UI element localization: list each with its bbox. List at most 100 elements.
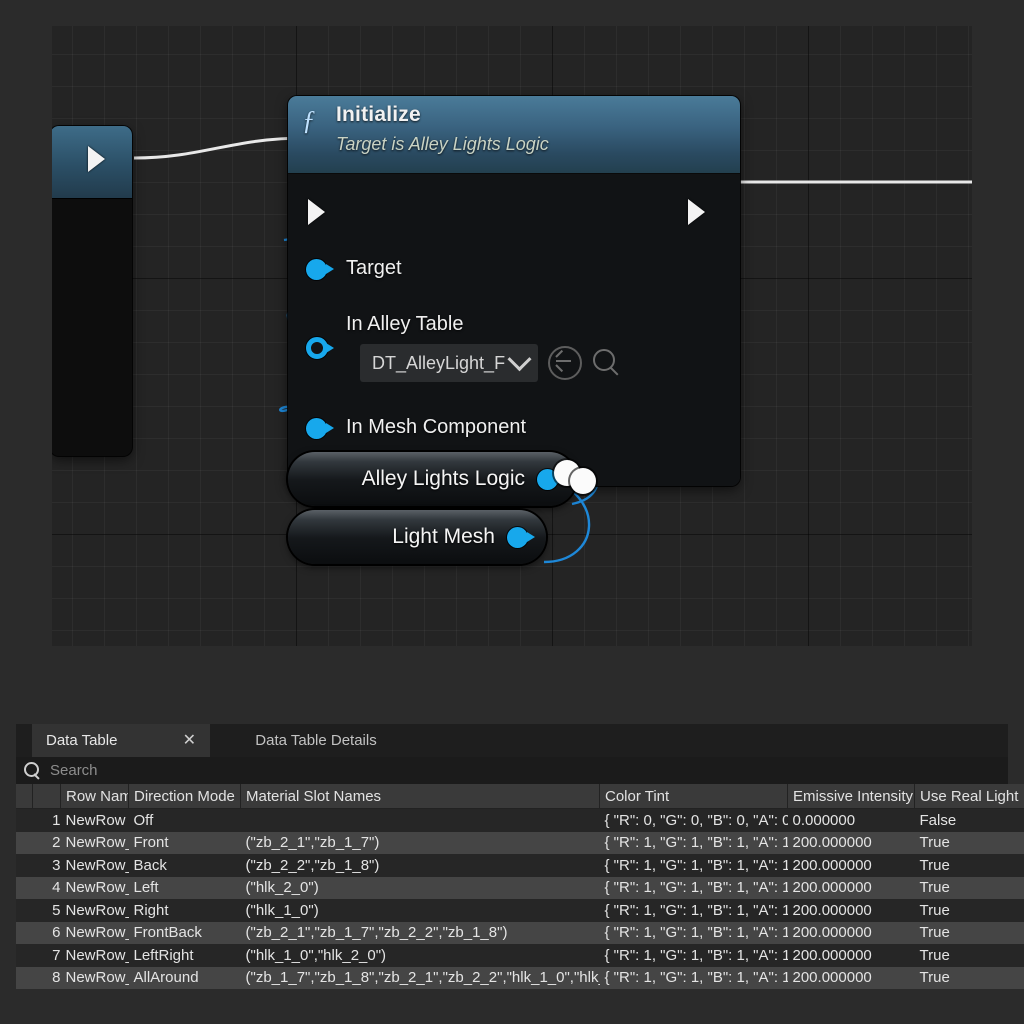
cell-emissive-intensity: 200.000000	[788, 877, 915, 900]
table-row[interactable]: 6NewRow_4FrontBack("zb_2_1","zb_1_7","zb…	[16, 922, 1024, 945]
table-row[interactable]: 5NewRow_3Right("hlk_1_0"){ "R": 1, "G": …	[16, 899, 1024, 922]
row-index: 8	[33, 967, 61, 990]
col-color-tint[interactable]: Color Tint	[600, 784, 788, 809]
cell-material-slot-names: ("zb_2_1","zb_1_7","zb_2_2","zb_1_8")	[241, 922, 600, 945]
row-drag-handle[interactable]	[16, 854, 33, 877]
getter-output-pin[interactable]	[537, 469, 558, 490]
cell-direction-mode: LeftRight	[129, 944, 241, 967]
search-icon[interactable]	[592, 348, 622, 378]
col-material-slot-names[interactable]: Material Slot Names	[241, 784, 600, 809]
row-drag-handle[interactable]	[16, 877, 33, 900]
blueprint-graph-canvas[interactable]: ƒ Initialize Target is Alley Lights Logi…	[52, 26, 972, 646]
col-row-name[interactable]: Row Name	[61, 784, 129, 809]
cell-use-real-light: True	[915, 899, 1024, 922]
target-pin-label: Target	[346, 257, 402, 280]
getter-output-pin[interactable]	[507, 527, 528, 548]
in-alley-table-pin-label: In Alley Table	[346, 313, 464, 336]
cell-material-slot-names: ("hlk_2_0")	[241, 877, 600, 900]
col-index	[33, 784, 61, 809]
getter-node-light-mesh[interactable]: Light Mesh	[288, 510, 546, 564]
node-header: ƒ Initialize Target is Alley Lights Logi…	[288, 96, 740, 174]
table-row[interactable]: 2NewRow_0Front("zb_2_1","zb_1_7"){ "R": …	[16, 832, 1024, 855]
table-body: 1NewRowOff{ "R": 0, "G": 0, "B": 0, "A":…	[16, 809, 1024, 990]
in-mesh-component-pin-label: In Mesh Component	[346, 416, 526, 439]
cell-direction-mode: FrontBack	[129, 922, 241, 945]
cell-color-tint: { "R": 1, "G": 1, "B": 1, "A": 1 }	[600, 877, 788, 900]
cell-row-name: NewRow_0	[61, 832, 129, 855]
clipped-node-body	[52, 199, 132, 456]
row-index: 6	[33, 922, 61, 945]
row-drag-handle[interactable]	[16, 809, 33, 832]
getter-label: Light Mesh	[392, 525, 495, 549]
asset-picker[interactable]: DT_AlleyLight_F	[360, 344, 622, 382]
getter-node-alley-lights-logic[interactable]: Alley Lights Logic	[288, 452, 576, 506]
cell-emissive-intensity: 200.000000	[788, 854, 915, 877]
data-table-dropdown-value: DT_AlleyLight_F	[372, 353, 505, 374]
search-bar[interactable]: Search	[16, 757, 1008, 784]
table-row[interactable]: 4NewRow_2Left("hlk_2_0"){ "R": 1, "G": 1…	[16, 877, 1024, 900]
row-index: 1	[33, 809, 61, 832]
row-drag-handle[interactable]	[16, 944, 33, 967]
tab-label: Data Table	[46, 732, 117, 749]
function-icon: ƒ	[302, 106, 326, 134]
cell-color-tint: { "R": 1, "G": 1, "B": 1, "A": 1 }	[600, 944, 788, 967]
search-input[interactable]: Search	[50, 762, 98, 779]
row-index: 5	[33, 899, 61, 922]
cell-color-tint: { "R": 1, "G": 1, "B": 1, "A": 1 }	[600, 832, 788, 855]
col-use-real-light[interactable]: Use Real Light	[915, 784, 1024, 809]
row-index: 3	[33, 854, 61, 877]
in-alley-table-pin[interactable]	[306, 337, 328, 359]
cell-material-slot-names: ("hlk_1_0","hlk_2_0")	[241, 944, 600, 967]
cell-use-real-light: True	[915, 922, 1024, 945]
node-title: Initialize	[336, 103, 421, 127]
cell-color-tint: { "R": 1, "G": 1, "B": 1, "A": 1 }	[600, 854, 788, 877]
col-emissive-intensity[interactable]: Emissive Intensity	[788, 784, 915, 809]
row-index: 2	[33, 832, 61, 855]
row-drag-handle[interactable]	[16, 832, 33, 855]
cell-row-name: NewRow_2	[61, 877, 129, 900]
table-header-row: Row Name Direction Mode Material Slot Na…	[16, 784, 1024, 809]
cell-emissive-intensity: 200.000000	[788, 944, 915, 967]
tab-bar: Data Table ✕ Data Table Details	[16, 724, 1008, 757]
tab-data-table[interactable]: Data Table ✕	[32, 724, 210, 757]
cell-emissive-intensity: 200.000000	[788, 899, 915, 922]
cell-emissive-intensity: 200.000000	[788, 922, 915, 945]
exec-in-pin[interactable]	[308, 199, 325, 225]
data-table-panel: Data Table ✕ Data Table Details Search R…	[16, 724, 1008, 1008]
data-table[interactable]: Row Name Direction Mode Material Slot Na…	[16, 784, 1024, 989]
browse-back-icon[interactable]	[548, 346, 582, 380]
initialize-function-node[interactable]: ƒ Initialize Target is Alley Lights Logi…	[288, 96, 740, 486]
row-index: 4	[33, 877, 61, 900]
cell-row-name: NewRow_4	[61, 922, 129, 945]
table-row[interactable]: 3NewRow_1Back("zb_2_2","zb_1_8"){ "R": 1…	[16, 854, 1024, 877]
cell-material-slot-names: ("zb_1_7","zb_1_8","zb_2_1","zb_2_2","hl…	[241, 967, 600, 990]
cell-direction-mode: Left	[129, 877, 241, 900]
exec-out-pin[interactable]	[688, 199, 705, 225]
cell-use-real-light: True	[915, 944, 1024, 967]
col-direction-mode[interactable]: Direction Mode	[129, 784, 241, 809]
table-row[interactable]: 7NewRow_5LeftRight("hlk_1_0","hlk_2_0"){…	[16, 944, 1024, 967]
cell-emissive-intensity: 200.000000	[788, 832, 915, 855]
table-row[interactable]: 8NewRow_6AllAround("zb_1_7","zb_1_8","zb…	[16, 967, 1024, 990]
row-drag-handle[interactable]	[16, 967, 33, 990]
cell-material-slot-names	[241, 809, 600, 832]
cell-row-name: NewRow_5	[61, 944, 129, 967]
in-mesh-component-pin[interactable]	[306, 418, 327, 439]
cell-row-name: NewRow	[61, 809, 129, 832]
row-drag-handle[interactable]	[16, 922, 33, 945]
exec-out-pin[interactable]	[88, 146, 105, 172]
close-icon[interactable]: ✕	[183, 733, 196, 749]
tab-label: Data Table Details	[255, 732, 376, 749]
cell-row-name: NewRow_3	[61, 899, 129, 922]
cell-use-real-light: True	[915, 877, 1024, 900]
tab-data-table-details[interactable]: Data Table Details	[216, 724, 416, 757]
cell-color-tint: { "R": 1, "G": 1, "B": 1, "A": 1 }	[600, 899, 788, 922]
target-pin[interactable]	[306, 259, 327, 280]
node-subtitle: Target is Alley Lights Logic	[336, 134, 549, 155]
cell-direction-mode: AllAround	[129, 967, 241, 990]
data-table-dropdown[interactable]: DT_AlleyLight_F	[360, 344, 538, 382]
table-row[interactable]: 1NewRowOff{ "R": 0, "G": 0, "B": 0, "A":…	[16, 809, 1024, 832]
cell-row-name: NewRow_6	[61, 967, 129, 990]
row-drag-handle[interactable]	[16, 899, 33, 922]
clipped-blueprint-node[interactable]	[52, 126, 132, 456]
